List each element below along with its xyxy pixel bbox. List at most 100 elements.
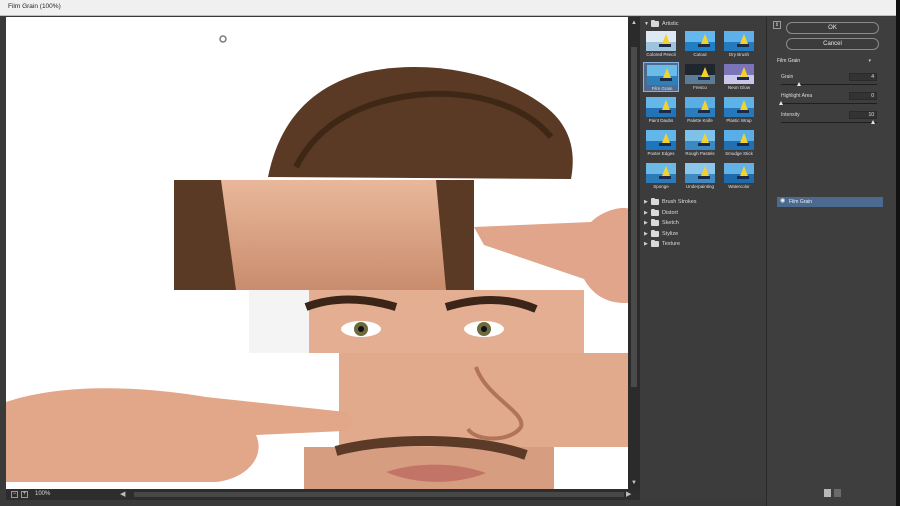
- filter-thumbnail-label: Paint Daubs: [648, 118, 674, 123]
- param-value-input[interactable]: 0: [849, 92, 877, 100]
- folder-icon: [651, 229, 659, 237]
- thumb-sky: [646, 31, 676, 42]
- scrollbar-thumb[interactable]: [631, 47, 637, 387]
- zoom-level-select[interactable]: 100%: [35, 490, 65, 499]
- thumb-hull: [698, 143, 710, 146]
- filter-thumbnail-image: [724, 163, 754, 183]
- sailboat-icon: [701, 34, 709, 44]
- expand-chevron-right-icon[interactable]: ▶: [644, 241, 651, 247]
- folder-icon: [651, 240, 659, 247]
- folder-item[interactable]: ▶ Sketch: [644, 218, 679, 228]
- eye-visibility-icon[interactable]: ◉: [780, 198, 786, 204]
- folder-item[interactable]: ▶ Stylize: [644, 229, 678, 239]
- slider-handle[interactable]: [779, 101, 783, 105]
- filter-thumbnail-image: [646, 31, 676, 51]
- scroll-right-icon[interactable]: ▶: [626, 489, 631, 500]
- filter-thumbnail[interactable]: Fresco: [682, 62, 718, 92]
- filter-thumbnail[interactable]: Smudge Stick: [721, 128, 757, 158]
- thumb-sky: [685, 130, 715, 141]
- new-effect-layer-icon[interactable]: [824, 489, 831, 497]
- thumb-sky: [646, 130, 676, 141]
- thumb-sky: [724, 97, 754, 108]
- slider-handle[interactable]: [871, 120, 875, 124]
- param-label: Intensity: [781, 112, 800, 118]
- sailboat-icon: [662, 166, 670, 176]
- preview-vertical-scrollbar[interactable]: ▲ ▼: [628, 17, 640, 489]
- toggle-gallery-button[interactable]: ⇕: [773, 21, 781, 29]
- expand-chevron-right-icon[interactable]: ▶: [644, 210, 651, 216]
- filter-thumbnail[interactable]: Cutout: [682, 29, 718, 59]
- param-slider-group: Intensity 10: [777, 111, 879, 130]
- folder-icon: [651, 208, 659, 216]
- thumb-hull: [737, 110, 749, 113]
- folder-label: Brush Strokes: [662, 199, 697, 205]
- slider-handle[interactable]: [797, 82, 802, 86]
- folder-item[interactable]: ▶ Distort: [644, 208, 678, 218]
- thumb-sky: [646, 97, 676, 108]
- param-value-input[interactable]: 4: [849, 73, 877, 81]
- filter-thumbnail-image: [646, 130, 676, 150]
- thumb-hull: [698, 110, 710, 113]
- expand-chevron-right-icon[interactable]: ▶: [644, 199, 651, 205]
- filter-thumbnail[interactable]: Colored Pencil: [643, 29, 679, 59]
- window-title: Film Grain (100%): [8, 3, 61, 10]
- filter-thumbnail-image: [724, 97, 754, 117]
- filter-thumbnail[interactable]: Plastic Wrap: [721, 95, 757, 125]
- delete-effect-layer-icon[interactable]: [834, 489, 841, 497]
- thumb-sky: [646, 163, 676, 174]
- sailboat-icon: [740, 133, 748, 143]
- filter-thumbnail[interactable]: Poster Edges: [643, 128, 679, 158]
- filter-thumbnail-label: Palette Knife: [687, 118, 713, 123]
- sailboat-icon: [740, 166, 748, 176]
- slider-track[interactable]: [781, 84, 877, 85]
- param-value-input[interactable]: 10: [849, 111, 877, 119]
- zoom-in-button[interactable]: +: [21, 491, 28, 498]
- filter-thumbnail[interactable]: Palette Knife: [682, 95, 718, 125]
- thumb-hull: [737, 176, 749, 179]
- cancel-button[interactable]: Cancel: [786, 38, 879, 50]
- expand-chevron-right-icon[interactable]: ▶: [644, 231, 651, 237]
- effect-layer-item[interactable]: ◉ Film Grain: [777, 197, 883, 207]
- thumb-sky: [685, 163, 715, 174]
- filter-thumbnail-label: Underpainting: [685, 184, 715, 189]
- folder-item[interactable]: ▶ Brush Strokes: [644, 197, 697, 207]
- filter-thumbnail-image: [685, 97, 715, 117]
- sailboat-icon: [662, 34, 670, 44]
- filter-thumbnail-image: [646, 97, 676, 117]
- filter-thumbnail[interactable]: Film Grain: [643, 62, 679, 92]
- filter-thumbnail-image: [685, 130, 715, 150]
- filter-thumbnail-label: Smudge Stick: [725, 151, 753, 156]
- filter-thumbnail[interactable]: Sponge: [643, 161, 679, 191]
- slider-track[interactable]: [781, 122, 877, 123]
- filter-thumbnail-label: Watercolor: [728, 184, 750, 189]
- sailboat-icon: [701, 67, 709, 77]
- thumb-hull: [659, 176, 671, 179]
- filter-thumbnail[interactable]: Watercolor: [721, 161, 757, 191]
- filter-thumbnail[interactable]: Neon Glow: [721, 62, 757, 92]
- folder-artistic[interactable]: ▼ Artistic: [644, 19, 679, 29]
- folder-icon: [651, 20, 659, 27]
- thumb-sky: [647, 65, 677, 76]
- filter-thumbnail[interactable]: Underpainting: [682, 161, 718, 191]
- filter-thumbnail-image: [724, 130, 754, 150]
- filter-select[interactable]: Film Grain ▾: [777, 57, 873, 66]
- scroll-down-icon[interactable]: ▼: [630, 479, 638, 487]
- filter-thumbnail[interactable]: Paint Daubs: [643, 95, 679, 125]
- sailboat-icon: [740, 67, 748, 77]
- thumb-sky: [685, 64, 715, 75]
- expand-chevron-right-icon[interactable]: ▶: [644, 220, 651, 226]
- slider-track[interactable]: [781, 103, 877, 104]
- filter-thumbnail-label: Plastic Wrap: [726, 118, 752, 123]
- filter-thumbnail[interactable]: Dry Brush: [721, 29, 757, 59]
- sailboat-icon: [701, 133, 709, 143]
- scroll-up-icon[interactable]: ▲: [630, 19, 638, 27]
- scroll-left-icon[interactable]: ◀: [120, 489, 125, 500]
- folder-item[interactable]: ▶ Texture: [644, 239, 680, 249]
- filter-thumbnail[interactable]: Rough Pastels: [682, 128, 718, 158]
- ok-button[interactable]: OK: [786, 22, 879, 34]
- preview-horizontal-scrollbar[interactable]: [134, 492, 624, 497]
- expand-chevron-down-icon[interactable]: ▼: [644, 21, 651, 27]
- sailboat-icon: [701, 166, 709, 176]
- preview-canvas[interactable]: [6, 17, 640, 489]
- zoom-out-button[interactable]: −: [11, 491, 18, 498]
